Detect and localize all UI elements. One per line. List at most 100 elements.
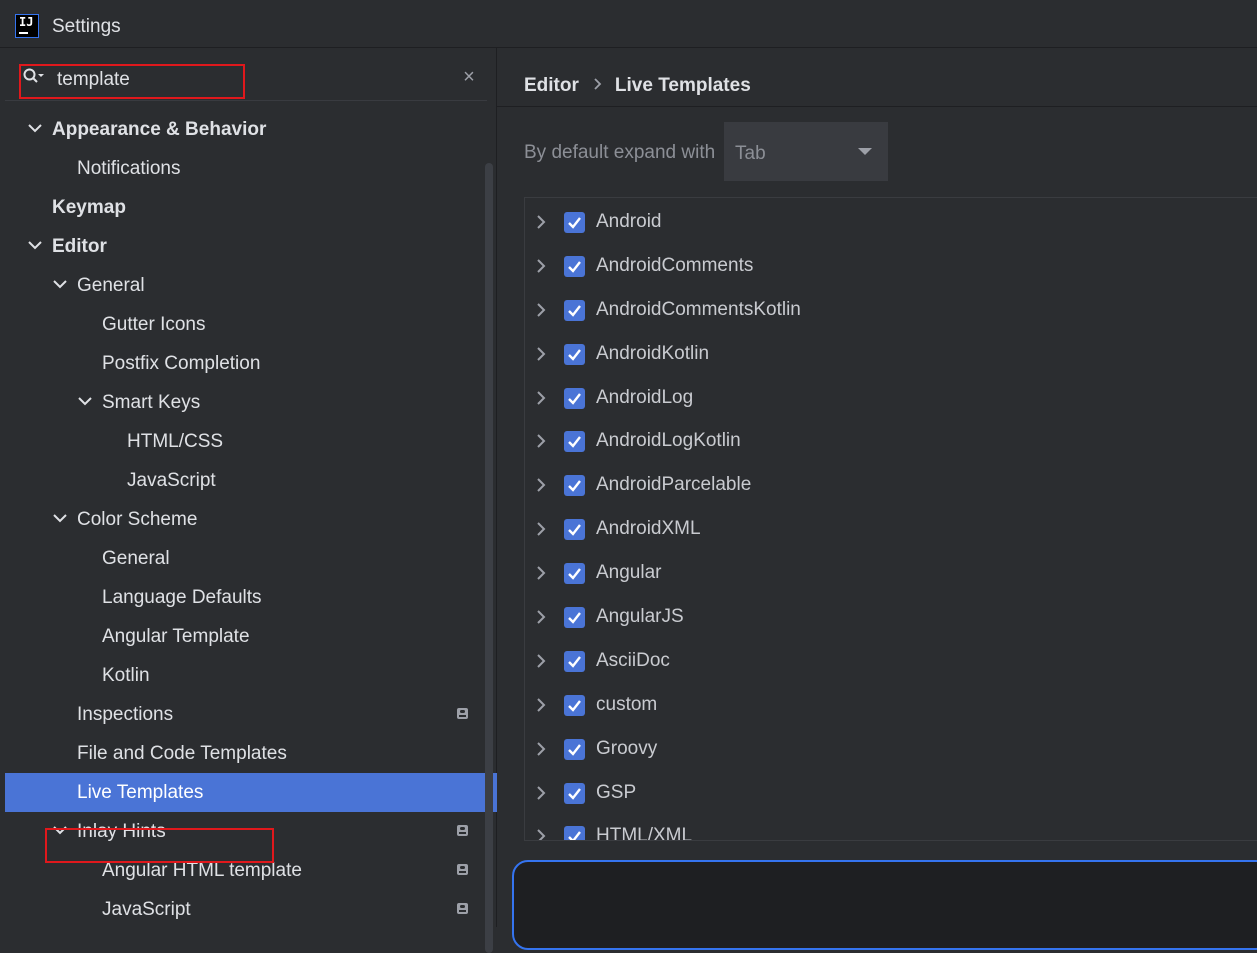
template-group-name: HTML/XML xyxy=(596,825,693,841)
chevron-right-icon[interactable] xyxy=(536,785,546,800)
checkmark-icon xyxy=(568,261,581,273)
template-group-checkbox[interactable] xyxy=(564,826,585,840)
template-group-checkbox[interactable] xyxy=(564,255,585,277)
expand-with-dropdown[interactable]: Tab xyxy=(724,122,888,181)
sidebar-item[interactable]: Kotlin xyxy=(5,656,487,695)
template-group-row[interactable]: AndroidCommentsKotlin xyxy=(525,286,1257,330)
template-group-row[interactable]: AndroidParcelable xyxy=(525,461,1257,505)
project-level-icon xyxy=(457,864,468,875)
sidebar-item[interactable]: Postfix Completion xyxy=(5,344,487,383)
template-group-row[interactable]: AndroidComments xyxy=(525,242,1257,286)
sidebar-scrollbar[interactable] xyxy=(485,163,493,953)
sidebar-item[interactable]: JavaScript xyxy=(5,890,487,929)
template-group-name: custom xyxy=(596,693,658,715)
chevron-right-icon[interactable] xyxy=(536,829,546,841)
chevron-right-icon[interactable] xyxy=(536,698,546,712)
chevron-right-icon[interactable] xyxy=(536,434,546,449)
template-group-row[interactable]: custom xyxy=(525,681,1257,725)
expand-with-value: Tab xyxy=(735,143,766,164)
template-group-checkbox[interactable] xyxy=(564,387,585,409)
sidebar-item[interactable]: File and Code Templates xyxy=(5,734,487,773)
template-group-name: AngularJS xyxy=(596,606,684,628)
sidebar-item[interactable]: Editor xyxy=(5,227,487,266)
sidebar-item-label: Color Scheme xyxy=(77,509,198,530)
template-group-row[interactable]: AndroidLogKotlin xyxy=(525,417,1257,461)
sidebar-item[interactable]: Language Defaults xyxy=(5,578,487,617)
chevron-right-icon[interactable] xyxy=(536,654,546,668)
sidebar-item[interactable]: Inlay Hints xyxy=(5,812,487,851)
search-icon[interactable] xyxy=(23,68,45,84)
sidebar-item[interactable]: Live Templates xyxy=(5,773,497,812)
template-group-checkbox[interactable] xyxy=(564,343,585,365)
template-group-checkbox[interactable] xyxy=(564,475,585,497)
chevron-down-icon[interactable] xyxy=(53,279,67,289)
sidebar-item-label: Postfix Completion xyxy=(102,353,261,374)
chevron-right-icon xyxy=(594,78,602,90)
template-group-row[interactable]: Android xyxy=(525,198,1257,242)
chevron-right-icon[interactable] xyxy=(536,478,546,493)
chevron-down-icon[interactable] xyxy=(28,240,42,250)
chevron-down-icon[interactable] xyxy=(28,123,42,133)
chevron-right-icon[interactable] xyxy=(536,215,546,229)
sidebar-item[interactable]: Color Scheme xyxy=(5,500,487,539)
template-group-row[interactable]: AndroidXML xyxy=(525,505,1257,549)
template-group-checkbox[interactable] xyxy=(564,299,585,321)
template-group-row[interactable]: AsciiDoc xyxy=(525,637,1257,681)
template-group-checkbox[interactable] xyxy=(564,563,585,585)
chevron-right-icon[interactable] xyxy=(536,741,546,756)
checkmark-icon xyxy=(568,700,581,712)
template-group-row[interactable]: AngularJS xyxy=(525,593,1257,637)
template-group-name: AndroidLogKotlin xyxy=(596,430,741,452)
sidebar-item[interactable]: Notifications xyxy=(5,149,487,188)
breadcrumb-parent[interactable]: Editor xyxy=(524,75,579,96)
sidebar-item[interactable]: General xyxy=(5,266,487,305)
chevron-down-icon[interactable] xyxy=(78,396,92,406)
sidebar-item[interactable]: Gutter Icons xyxy=(5,305,487,344)
sidebar-item[interactable]: Keymap xyxy=(5,188,487,227)
sidebar-item-label: Inspections xyxy=(77,704,174,725)
sidebar-item-label: Gutter Icons xyxy=(102,314,206,335)
template-group-checkbox[interactable] xyxy=(564,694,585,716)
template-group-row[interactable]: AndroidLog xyxy=(525,374,1257,418)
content-pane: Editor Live Templates By default expand w… xyxy=(497,48,1257,950)
sidebar-item[interactable]: Inspections xyxy=(5,695,487,734)
chevron-right-icon[interactable] xyxy=(536,566,546,580)
template-group-checkbox[interactable] xyxy=(564,607,585,629)
template-group-row[interactable]: Groovy xyxy=(525,725,1257,769)
chevron-right-icon[interactable] xyxy=(536,259,546,273)
sidebar-item[interactable]: Smart Keys xyxy=(5,383,487,422)
checkmark-icon xyxy=(568,348,581,361)
template-group-row[interactable]: HTML/XML xyxy=(525,812,1257,841)
sidebar-item-label: File and Code Templates xyxy=(77,743,287,764)
sidebar-item-label: Editor xyxy=(52,236,107,257)
chevron-down-icon[interactable] xyxy=(53,825,67,835)
template-group-row[interactable]: AndroidKotlin xyxy=(525,330,1257,374)
search-input[interactable] xyxy=(57,68,357,92)
template-editor-area[interactable] xyxy=(512,860,1257,950)
template-group-name: AndroidParcelable xyxy=(596,474,752,496)
sidebar-item[interactable]: General xyxy=(5,539,487,578)
chevron-right-icon[interactable] xyxy=(536,522,546,536)
template-group-row[interactable]: GSP xyxy=(525,769,1257,813)
template-group-checkbox[interactable] xyxy=(564,650,585,672)
template-group-checkbox[interactable] xyxy=(564,782,585,804)
chevron-down-icon[interactable] xyxy=(53,513,67,523)
template-group-row[interactable]: Angular xyxy=(525,549,1257,593)
chevron-right-icon[interactable] xyxy=(536,346,546,361)
sidebar-item[interactable]: Angular Template xyxy=(5,617,487,656)
sidebar-item[interactable]: Angular HTML template xyxy=(5,851,487,890)
chevron-right-icon[interactable] xyxy=(536,390,546,405)
template-group-checkbox[interactable] xyxy=(564,738,585,760)
sidebar-item[interactable]: JavaScript xyxy=(5,461,487,500)
sidebar-item[interactable]: Appearance & Behavior xyxy=(5,110,487,149)
template-group-name: AndroidXML xyxy=(596,518,701,540)
template-group-checkbox[interactable] xyxy=(564,519,585,541)
sidebar-item-label: Appearance & Behavior xyxy=(52,119,267,140)
template-group-checkbox[interactable] xyxy=(564,212,585,233)
chevron-right-icon[interactable] xyxy=(536,303,546,317)
chevron-right-icon[interactable] xyxy=(536,610,546,624)
sidebar-item[interactable]: HTML/CSS xyxy=(5,422,487,461)
close-icon[interactable]: × xyxy=(460,66,478,88)
template-group-checkbox[interactable] xyxy=(564,431,585,453)
breadcrumb: Editor Live Templates xyxy=(524,75,751,97)
